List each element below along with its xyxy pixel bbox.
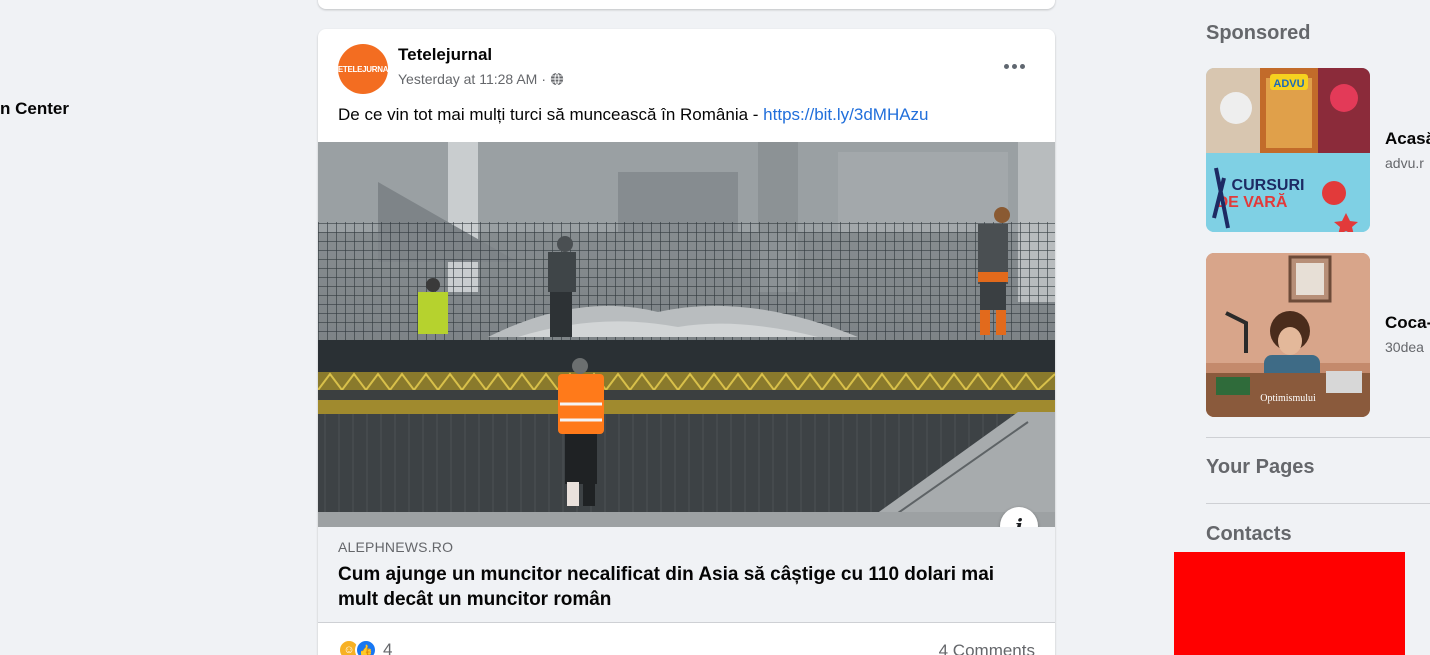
globe-icon <box>550 72 564 86</box>
previous-post-card <box>318 0 1055 9</box>
post-link[interactable]: https://bit.ly/3dMHAzu <box>763 105 928 124</box>
comments-count[interactable]: 4 Comments <box>939 641 1035 655</box>
ad-banner-line-1: CURSURI <box>1232 177 1305 194</box>
reactions-summary[interactable]: ☺ 👍 4 <box>338 639 392 655</box>
dot-icon <box>1019 63 1025 69</box>
link-preview[interactable]: ALEPHNEWS.RO Cum ajunge un muncitor neca… <box>318 527 1055 623</box>
sidebar-divider <box>1206 437 1430 438</box>
post-author[interactable]: Tetelejurnal <box>398 45 492 65</box>
meta-separator: · <box>541 71 546 87</box>
link-domain: ALEPHNEWS.RO <box>338 539 454 555</box>
left-nav-item-partial[interactable]: n Center <box>0 99 69 119</box>
like-reaction-icon: 👍 <box>355 639 377 655</box>
post-options-button[interactable] <box>996 51 1032 81</box>
page-avatar[interactable]: TETELEJURNAL <box>333 44 393 94</box>
post-stats: ☺ 👍 4 4 Comments <box>318 625 1055 655</box>
ad-logo: ADVU <box>1273 78 1304 90</box>
construction-photo <box>318 142 1055 527</box>
post-text: De ce vin tot mai mulți turci să munceas… <box>338 105 929 125</box>
ad-title[interactable]: Acasă <box>1385 129 1430 149</box>
post-meta: Yesterday at 11:28 AM · <box>398 71 564 87</box>
post-text-body: De ce vin tot mai mulți turci să munceas… <box>338 105 764 124</box>
ad-domain: advu.r <box>1385 155 1424 171</box>
ad-artwork: Optimismului <box>1206 253 1370 417</box>
ad-title[interactable]: Coca- <box>1385 313 1430 333</box>
redaction-block <box>1174 552 1405 655</box>
sidebar-divider <box>1206 503 1430 504</box>
dot-icon <box>1011 63 1017 69</box>
feed-post: TETELEJURNAL Tetelejurnal Yesterday at 1… <box>318 29 1055 655</box>
your-pages-heading: Your Pages <box>1206 456 1315 478</box>
ad-domain: 30dea <box>1385 339 1424 355</box>
ad-artwork: ADVU CURSURI DE VARĂ <box>1206 68 1370 232</box>
ad-image[interactable]: Optimismului <box>1206 253 1370 417</box>
post-timestamp[interactable]: Yesterday at 11:28 AM <box>398 71 537 87</box>
sponsored-heading: Sponsored <box>1206 22 1311 44</box>
link-title[interactable]: Cum ajunge un muncitor necalificat din A… <box>338 562 1018 612</box>
ad-image[interactable]: ADVU CURSURI DE VARĂ <box>1206 68 1370 232</box>
ad-caption: Optimismului <box>1260 393 1316 404</box>
ad-banner-line-2: DE VARĂ <box>1217 192 1288 211</box>
reaction-count: 4 <box>383 640 393 655</box>
contacts-heading: Contacts <box>1206 523 1292 545</box>
post-image[interactable] <box>318 142 1055 527</box>
dot-icon <box>1003 63 1009 69</box>
